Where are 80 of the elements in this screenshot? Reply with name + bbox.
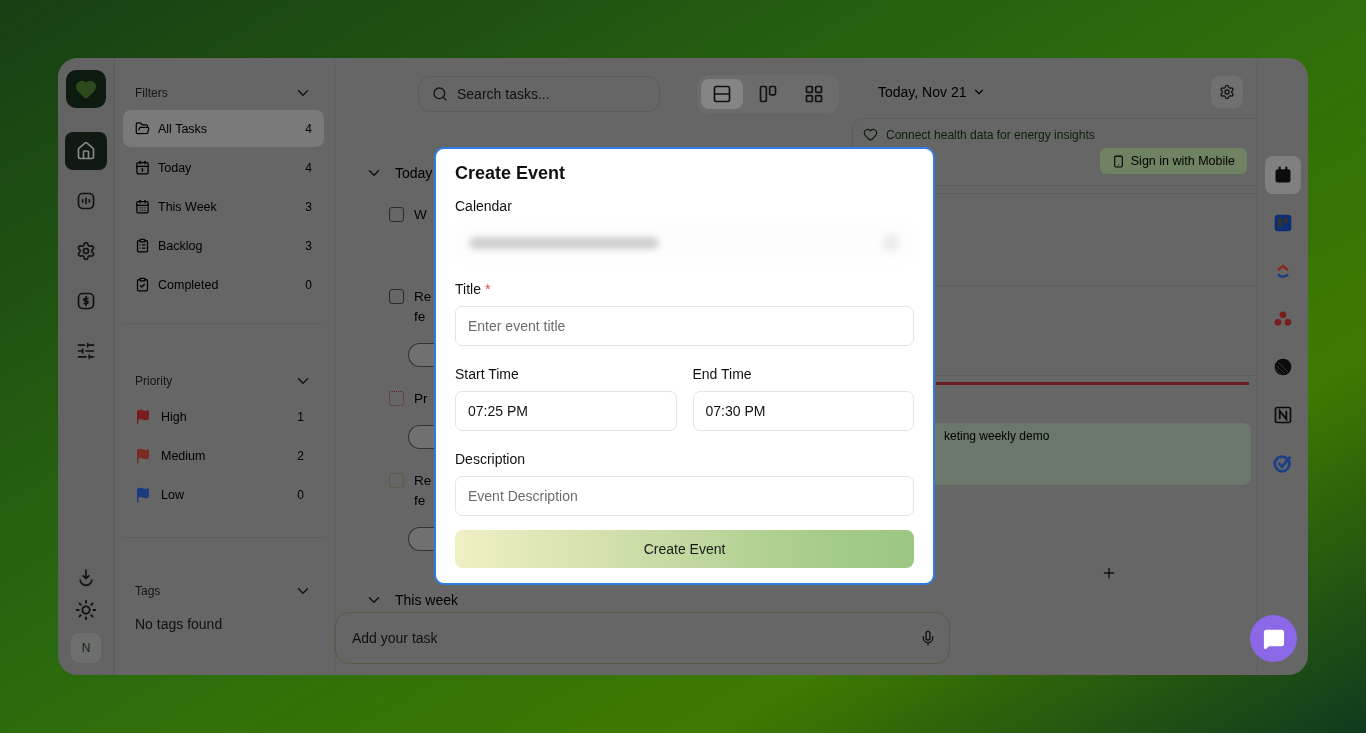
filter-item[interactable]: Today 4: [123, 149, 324, 186]
count: 3: [305, 199, 312, 214]
settings-button[interactable]: [1211, 76, 1243, 108]
calendar-icon: [135, 199, 150, 214]
task-title: Pr: [414, 390, 429, 408]
start-time-input[interactable]: 07:25 PM: [455, 391, 677, 431]
n-logo-icon: [1273, 405, 1293, 425]
check-circle-icon: [1272, 452, 1294, 474]
group-title: This week: [395, 592, 459, 608]
task-title: Re fe: [414, 472, 433, 510]
add-task-field[interactable]: Add your task: [335, 612, 950, 664]
count: 4: [305, 160, 312, 175]
clipboard-check-icon: [135, 277, 150, 292]
mic-icon[interactable]: [920, 630, 936, 646]
priority-item[interactable]: Low 0: [123, 476, 324, 513]
priority-item[interactable]: Medium 2: [123, 437, 324, 474]
priority-item[interactable]: High 1: [123, 398, 324, 435]
priority-label: Medium: [161, 448, 206, 463]
filter-item[interactable]: All Tasks 4: [123, 110, 324, 147]
task-title: Re fe: [414, 288, 433, 326]
sign-in-mobile-button[interactable]: Sign in with Mobile: [1099, 148, 1247, 174]
settings-icon: [1219, 84, 1235, 100]
phone-icon: [1111, 154, 1125, 168]
filter-item[interactable]: This Week 3: [123, 188, 324, 225]
columns-icon: [758, 84, 778, 104]
heart-logo-icon: [75, 78, 97, 100]
group-title: Today: [395, 165, 433, 181]
title-input[interactable]: Enter event title: [455, 306, 914, 346]
rows-icon: [712, 84, 732, 104]
field-label: End Time: [692, 366, 753, 382]
count: 1: [297, 409, 304, 424]
field-label: Description: [455, 451, 527, 467]
priority-header[interactable]: Priority: [123, 364, 324, 398]
count: 2: [297, 448, 304, 463]
task-checkbox[interactable]: [389, 289, 404, 304]
dollar-icon: [76, 291, 96, 311]
task-title: W: [414, 206, 427, 224]
plus-icon[interactable]: [1101, 565, 1117, 581]
empty-tags-text: No tags found: [134, 615, 224, 634]
tags-header[interactable]: Tags: [123, 574, 324, 608]
field-label: Start Time: [455, 366, 520, 382]
calendar-icon: [1273, 165, 1293, 185]
create-event-button[interactable]: Create Event: [455, 530, 914, 568]
grid-icon: [804, 84, 824, 104]
field-label: Calendar: [455, 198, 513, 214]
sliders-icon: [76, 341, 96, 361]
date-picker[interactable]: Today, Nov 21: [878, 84, 987, 100]
dots-icon: [1273, 309, 1293, 329]
board-icon: [1273, 213, 1293, 233]
clipboard-icon: [135, 238, 150, 253]
task-checkbox[interactable]: [389, 207, 404, 222]
folder-icon: [135, 121, 150, 136]
search-field[interactable]: Search tasks...: [418, 76, 660, 112]
integration-button[interactable]: [1265, 156, 1301, 194]
priority-label: High: [161, 409, 187, 424]
sun-icon[interactable]: [75, 599, 97, 621]
nav-button[interactable]: [65, 132, 107, 170]
user-avatar[interactable]: N: [71, 633, 101, 663]
filter-item[interactable]: Backlog 3: [123, 227, 324, 264]
banner-text: Connect health data for energy insights: [886, 127, 1095, 142]
search-icon: [432, 86, 448, 102]
description-input[interactable]: Event Description: [455, 476, 914, 516]
priority-label: Low: [161, 487, 184, 502]
end-time-input[interactable]: 07:30 PM: [692, 391, 914, 431]
field-label: Title *: [455, 281, 492, 297]
count: 0: [297, 487, 304, 502]
view-button[interactable]: [701, 79, 743, 109]
count: 0: [305, 277, 312, 292]
count: 4: [305, 121, 312, 136]
heart-icon: [863, 127, 878, 142]
dialog-title: Create Event: [455, 163, 567, 184]
filter-item[interactable]: Completed 0: [123, 266, 324, 303]
home-icon: [76, 141, 96, 161]
count: 3: [305, 238, 312, 253]
striped-circle-icon: [1273, 357, 1293, 377]
settings-icon: [76, 241, 96, 261]
filters-header[interactable]: Filters: [123, 76, 324, 110]
chart-icon: [76, 191, 96, 211]
chat-icon: [1262, 627, 1285, 650]
calendar-icon: [135, 160, 150, 175]
